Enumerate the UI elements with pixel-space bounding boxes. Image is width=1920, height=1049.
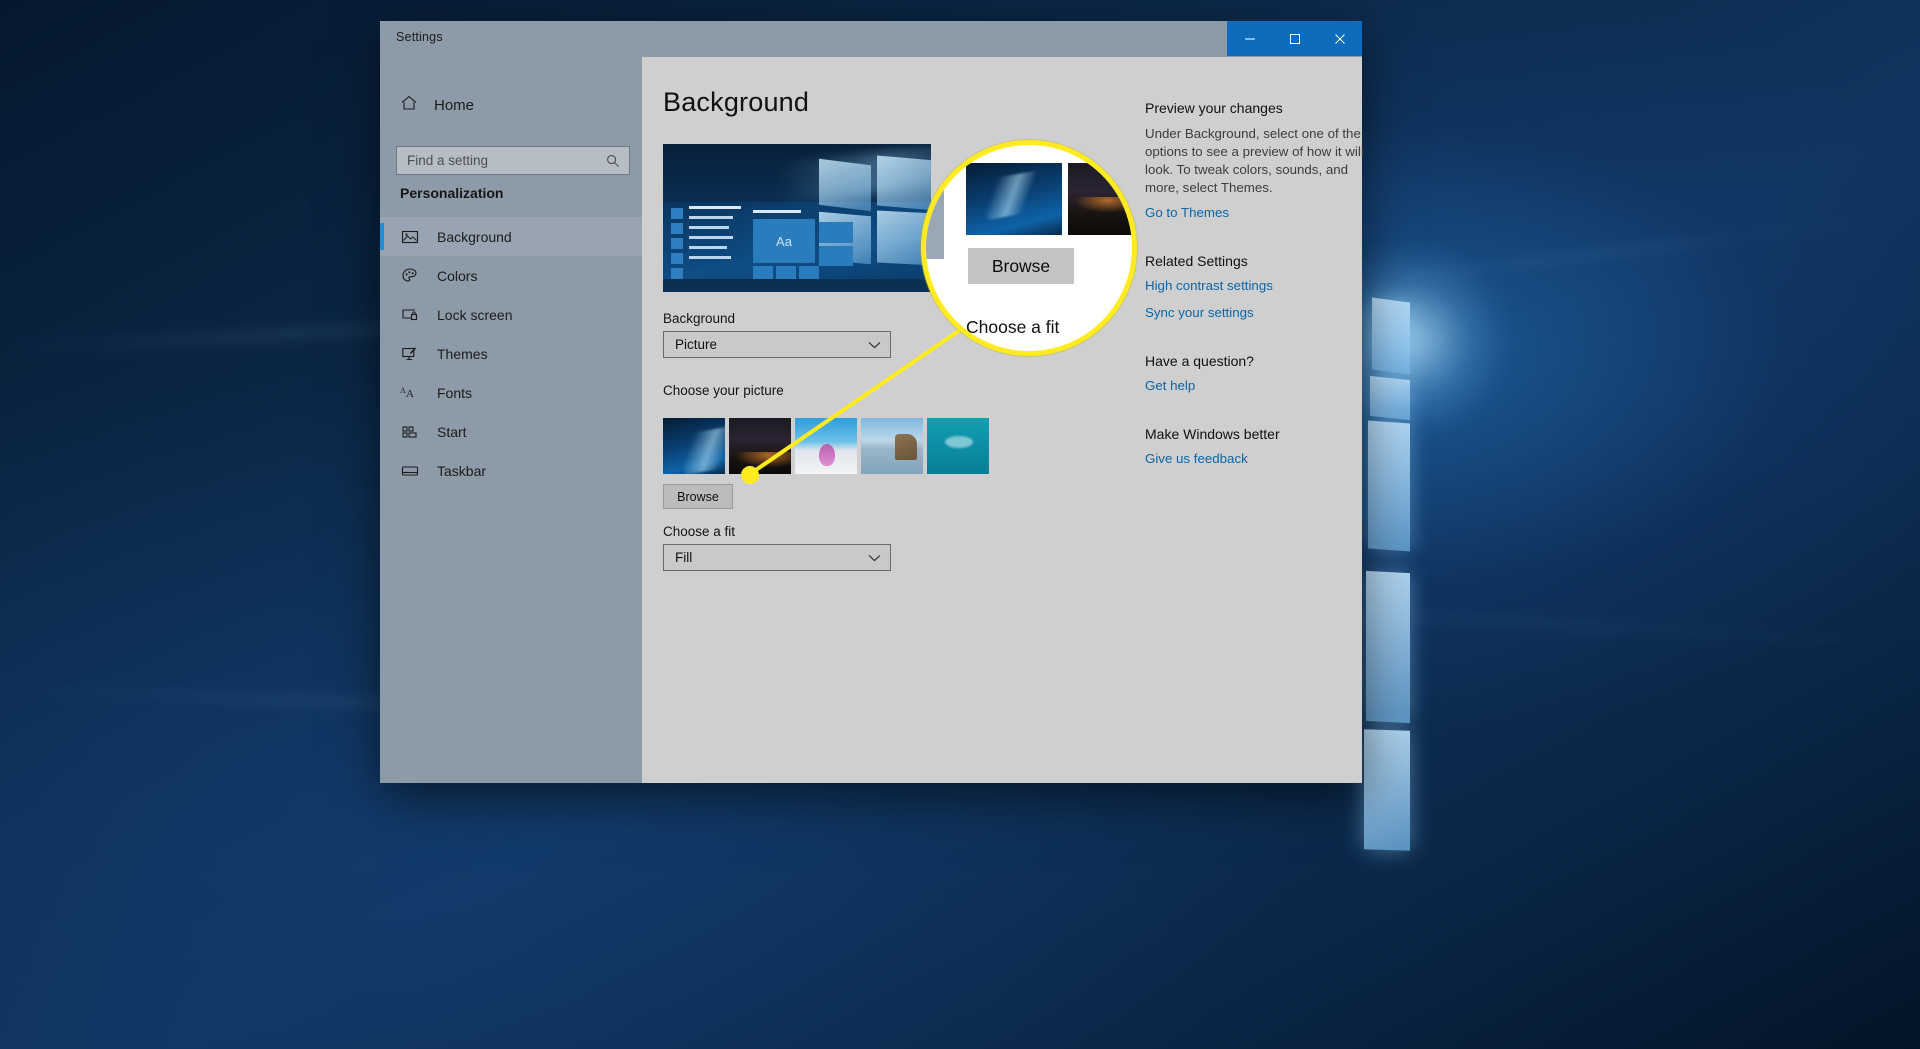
choose-fit-value: Fill bbox=[675, 550, 693, 565]
sidebar-item-themes[interactable]: Themes bbox=[380, 334, 642, 373]
sync-your-settings-link[interactable]: Sync your settings bbox=[1145, 305, 1375, 320]
sidebar-group-title: Personalization bbox=[400, 185, 504, 201]
chevron-down-icon bbox=[868, 549, 881, 567]
background-type-select[interactable]: Picture bbox=[663, 331, 891, 358]
sidebar-home-label: Home bbox=[434, 96, 475, 114]
taskbar-icon bbox=[400, 462, 420, 480]
image-icon bbox=[400, 228, 420, 246]
give-us-feedback-link[interactable]: Give us feedback bbox=[1145, 451, 1375, 466]
choose-fit-select[interactable]: Fill bbox=[663, 544, 891, 571]
background-preview: Aa bbox=[663, 144, 931, 292]
sidebar-item-start[interactable]: Start bbox=[380, 412, 642, 451]
magnified-picture-thumbnail bbox=[1068, 163, 1132, 235]
right-info-panel: Preview your changes Under Background, s… bbox=[1145, 100, 1375, 499]
picture-thumbnail[interactable] bbox=[663, 418, 725, 474]
sidebar-item-label: Fonts bbox=[437, 384, 473, 401]
choose-fit-label: Choose a fit bbox=[663, 524, 736, 539]
start-tiles-icon bbox=[400, 423, 420, 441]
magnified-picture-thumbnail bbox=[966, 163, 1062, 235]
get-help-link[interactable]: Get help bbox=[1145, 378, 1375, 393]
wallpaper-window-pane bbox=[1366, 570, 1410, 724]
lock-screen-icon bbox=[400, 306, 420, 324]
sidebar-item-fonts[interactable]: AA Fonts bbox=[380, 373, 642, 412]
wallpaper-window-pane bbox=[1370, 375, 1410, 421]
sidebar-item-home[interactable]: Home bbox=[400, 90, 474, 120]
palette-icon bbox=[400, 267, 420, 285]
magnified-choose-a-fit-label: Choose a fit bbox=[966, 317, 1060, 337]
window-controls bbox=[1227, 21, 1362, 56]
make-windows-better-heading: Make Windows better bbox=[1145, 426, 1280, 442]
search-placeholder: Find a setting bbox=[407, 153, 489, 168]
preview-tile-aa: Aa bbox=[753, 219, 815, 263]
magnified-page-edge bbox=[926, 167, 944, 259]
magnified-thumbnails bbox=[966, 163, 1132, 235]
sidebar-item-label: Start bbox=[437, 423, 467, 440]
close-button[interactable] bbox=[1317, 21, 1362, 56]
browse-button[interactable]: Browse bbox=[663, 484, 733, 509]
chevron-down-icon bbox=[868, 336, 881, 354]
minimize-button[interactable] bbox=[1227, 21, 1272, 56]
picture-thumbnail[interactable] bbox=[861, 418, 923, 474]
related-settings-block: Related Settings High contrast settings … bbox=[1145, 253, 1375, 320]
magnifier-callout: Browse Choose a fit bbox=[921, 140, 1137, 356]
sidebar-item-label: Lock screen bbox=[437, 306, 513, 323]
search-icon bbox=[606, 154, 629, 168]
background-label: Background bbox=[663, 311, 736, 326]
preview-taskbar bbox=[663, 279, 931, 292]
high-contrast-settings-link[interactable]: High contrast settings bbox=[1145, 278, 1375, 293]
wallpaper-window-pane bbox=[1364, 729, 1410, 851]
make-windows-better-block: Make Windows better Give us feedback bbox=[1145, 426, 1375, 466]
preview-changes-body: Under Background, select one of the opti… bbox=[1145, 126, 1364, 195]
sidebar-item-label: Themes bbox=[437, 345, 488, 362]
preview-tiles-right bbox=[819, 222, 853, 266]
have-a-question-heading: Have a question? bbox=[1145, 353, 1254, 369]
maximize-button[interactable] bbox=[1272, 21, 1317, 56]
sidebar-item-colors[interactable]: Colors bbox=[380, 256, 642, 295]
window-titlebar[interactable]: Settings bbox=[380, 21, 1362, 57]
related-settings-heading: Related Settings bbox=[1145, 253, 1248, 269]
settings-sidebar: Home Find a setting Personalization Back… bbox=[380, 57, 642, 783]
sidebar-item-lock-screen[interactable]: Lock screen bbox=[380, 295, 642, 334]
picture-thumbnail[interactable] bbox=[927, 418, 989, 474]
go-to-themes-link[interactable]: Go to Themes bbox=[1145, 205, 1375, 220]
callout-pointer-dot bbox=[741, 466, 759, 484]
sidebar-item-label: Background bbox=[437, 228, 512, 245]
page-title: Background bbox=[663, 87, 810, 117]
fonts-aa-icon: AA bbox=[400, 384, 420, 402]
have-a-question-block: Have a question? Get help bbox=[1145, 353, 1375, 393]
background-type-value: Picture bbox=[675, 337, 718, 352]
sidebar-item-taskbar[interactable]: Taskbar bbox=[380, 451, 642, 490]
search-input[interactable]: Find a setting bbox=[396, 146, 630, 175]
sidebar-item-background[interactable]: Background bbox=[380, 217, 642, 256]
sidebar-item-label: Taskbar bbox=[437, 462, 487, 479]
home-icon bbox=[400, 94, 418, 117]
themes-brush-icon bbox=[400, 345, 420, 363]
sidebar-nav-list: Background Colors Lock screen Themes A A… bbox=[380, 217, 642, 490]
picture-thumbnail[interactable] bbox=[729, 418, 791, 474]
choose-picture-label: Choose your picture bbox=[663, 383, 784, 398]
sidebar-item-label: Colors bbox=[437, 267, 478, 284]
preview-changes-heading: Preview your changes bbox=[1145, 100, 1283, 116]
wallpaper-window-pane bbox=[1372, 297, 1410, 375]
picture-thumbnail[interactable] bbox=[795, 418, 857, 474]
preview-start-list bbox=[689, 206, 745, 266]
preview-changes-block: Preview your changes Under Background, s… bbox=[1145, 100, 1375, 220]
magnified-browse-button: Browse bbox=[968, 248, 1074, 284]
svg-text:A: A bbox=[406, 388, 414, 400]
app-title: Settings bbox=[396, 30, 443, 44]
picture-thumbnail-list bbox=[663, 418, 989, 474]
